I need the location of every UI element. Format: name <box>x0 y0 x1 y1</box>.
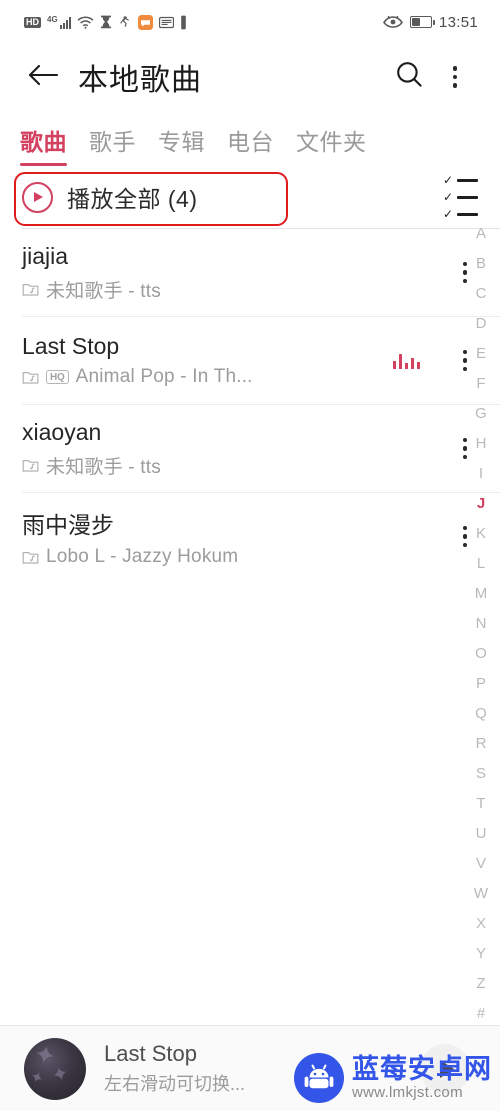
song-meta: Animal Pop - In Th... <box>75 366 253 387</box>
index-letter-p[interactable]: P <box>468 668 494 698</box>
alphabet-index-scrollbar[interactable]: A B C D E F G H I J K L M N O P Q R S T … <box>468 218 494 1028</box>
index-letter-j[interactable]: J <box>468 488 494 518</box>
index-letter-g[interactable]: G <box>468 398 494 428</box>
search-icon <box>395 60 424 94</box>
song-title: 雨中漫步 <box>22 511 114 538</box>
play-circle-icon <box>22 181 53 213</box>
song-meta: 未知歌手 - tts <box>46 280 161 302</box>
vibrate-icon <box>180 15 187 30</box>
index-letter-k[interactable]: K <box>468 518 494 548</box>
status-bar: HD 4G 13:51 <box>0 0 500 44</box>
mini-player-title: Last Stop <box>104 1041 197 1066</box>
multiselect-button[interactable]: ✓ ✓ ✓ <box>443 174 478 220</box>
play-all-bar: 播放全部 (4) ✓ ✓ ✓ <box>0 166 500 228</box>
table-row[interactable]: xiaoyan 未知歌手 - tts <box>22 404 500 492</box>
tab-radio[interactable]: 电台 <box>227 123 274 166</box>
app-bar: 本地歌曲 <box>0 44 500 110</box>
more-vertical-icon <box>452 66 458 88</box>
index-letter-l[interactable]: L <box>468 548 494 578</box>
wifi-icon <box>77 15 94 29</box>
index-letter-x[interactable]: X <box>468 908 494 938</box>
play-all-label: 播放全部 (4) <box>67 186 198 212</box>
song-title: jiajia <box>22 242 69 269</box>
more-vertical-icon <box>462 349 468 372</box>
signal-bars-icon: 4G <box>47 14 71 29</box>
inbox-icon <box>158 16 174 29</box>
table-row[interactable]: Last Stop HQ Animal Pop - In Th... <box>22 316 500 404</box>
tab-songs[interactable]: 歌曲 <box>20 123 67 166</box>
message-icon <box>137 14 153 30</box>
hourglass-icon <box>100 15 112 30</box>
more-vertical-icon <box>462 525 468 548</box>
index-letter-i[interactable]: I <box>468 458 494 488</box>
music-file-icon <box>22 457 39 473</box>
index-letter-z[interactable]: Z <box>468 968 494 998</box>
tab-bar: 歌曲 歌手 专辑 电台 文件夹 <box>0 110 500 166</box>
index-letter-c[interactable]: C <box>468 278 494 308</box>
music-file-icon <box>22 281 39 297</box>
clock-label: 13:51 <box>438 13 478 31</box>
watermark-site-name: 蓝莓安卓网 <box>352 1054 492 1085</box>
song-meta: Lobo L - Jazzy Hokum <box>46 545 239 567</box>
app-screen: HD 4G 13:51 本地歌曲 歌曲 歌手 专辑 电台 文件夹 播放全部 (4… <box>0 0 500 1111</box>
eye-care-icon <box>382 15 403 29</box>
page-title: 本地歌曲 <box>78 64 202 97</box>
table-row[interactable]: jiajia 未知歌手 - tts <box>22 228 500 316</box>
index-letter-s[interactable]: S <box>468 758 494 788</box>
android-robot-icon <box>294 1053 344 1103</box>
music-file-icon <box>22 369 39 385</box>
tab-folders[interactable]: 文件夹 <box>296 123 367 166</box>
index-letter-q[interactable]: Q <box>468 698 494 728</box>
index-letter-o[interactable]: O <box>468 638 494 668</box>
tab-artists[interactable]: 歌手 <box>89 123 136 166</box>
network-gen-label: 4G <box>47 14 58 24</box>
checklist-icon: ✓ ✓ ✓ <box>443 174 478 220</box>
index-letter-e[interactable]: E <box>468 338 494 368</box>
song-meta: 未知歌手 - tts <box>46 456 161 478</box>
album-art: ✦ ✦ ✦ <box>24 1037 86 1100</box>
index-letter-a[interactable]: A <box>468 218 494 248</box>
more-vertical-icon <box>462 261 468 284</box>
index-letter-t[interactable]: T <box>468 788 494 818</box>
watermark-url: www.lmkjst.com <box>352 1083 463 1101</box>
status-bar-left-icons: HD 4G <box>24 14 187 30</box>
index-letter-n[interactable]: N <box>468 608 494 638</box>
index-letter-y[interactable]: Y <box>468 938 494 968</box>
site-watermark: 蓝莓安卓网 www.lmkjst.com <box>294 1053 492 1103</box>
battery-icon <box>409 16 435 28</box>
index-letter-w[interactable]: W <box>468 878 494 908</box>
index-letter-u[interactable]: U <box>468 818 494 848</box>
more-vertical-icon <box>462 437 468 460</box>
table-row[interactable]: 雨中漫步 Lobo L - Jazzy Hokum <box>22 492 500 580</box>
index-letter-d[interactable]: D <box>468 308 494 338</box>
overflow-menu-button[interactable] <box>432 54 478 100</box>
play-all-button[interactable]: 播放全部 (4) <box>22 180 198 214</box>
index-letter-f[interactable]: F <box>468 368 494 398</box>
index-letter-r[interactable]: R <box>468 728 494 758</box>
mini-player-subtitle: 左右滑动可切换... <box>104 1074 246 1094</box>
mini-player-text: Last Stop 左右滑动可切换... <box>104 1041 245 1096</box>
index-letter-m[interactable]: M <box>468 578 494 608</box>
song-list: jiajia 未知歌手 - tts Last Stop HQ Animal Po… <box>0 228 500 580</box>
do-not-disturb-icon <box>118 15 132 29</box>
search-button[interactable] <box>386 54 432 100</box>
song-title: Last Stop <box>22 333 120 359</box>
index-letter-b[interactable]: B <box>468 248 494 278</box>
hd-badge-icon: HD <box>24 16 41 28</box>
hq-badge: HQ <box>46 370 69 384</box>
back-button[interactable] <box>22 56 64 98</box>
status-bar-right: 13:51 <box>382 13 478 31</box>
music-file-icon <box>22 549 39 565</box>
index-letter-hash[interactable]: # <box>468 998 494 1028</box>
song-title: xiaoyan <box>22 418 102 445</box>
arrow-left-icon <box>27 62 59 93</box>
index-letter-h[interactable]: H <box>468 428 494 458</box>
now-playing-equalizer-icon <box>392 352 420 369</box>
tab-albums[interactable]: 专辑 <box>158 123 205 166</box>
index-letter-v[interactable]: V <box>468 848 494 878</box>
